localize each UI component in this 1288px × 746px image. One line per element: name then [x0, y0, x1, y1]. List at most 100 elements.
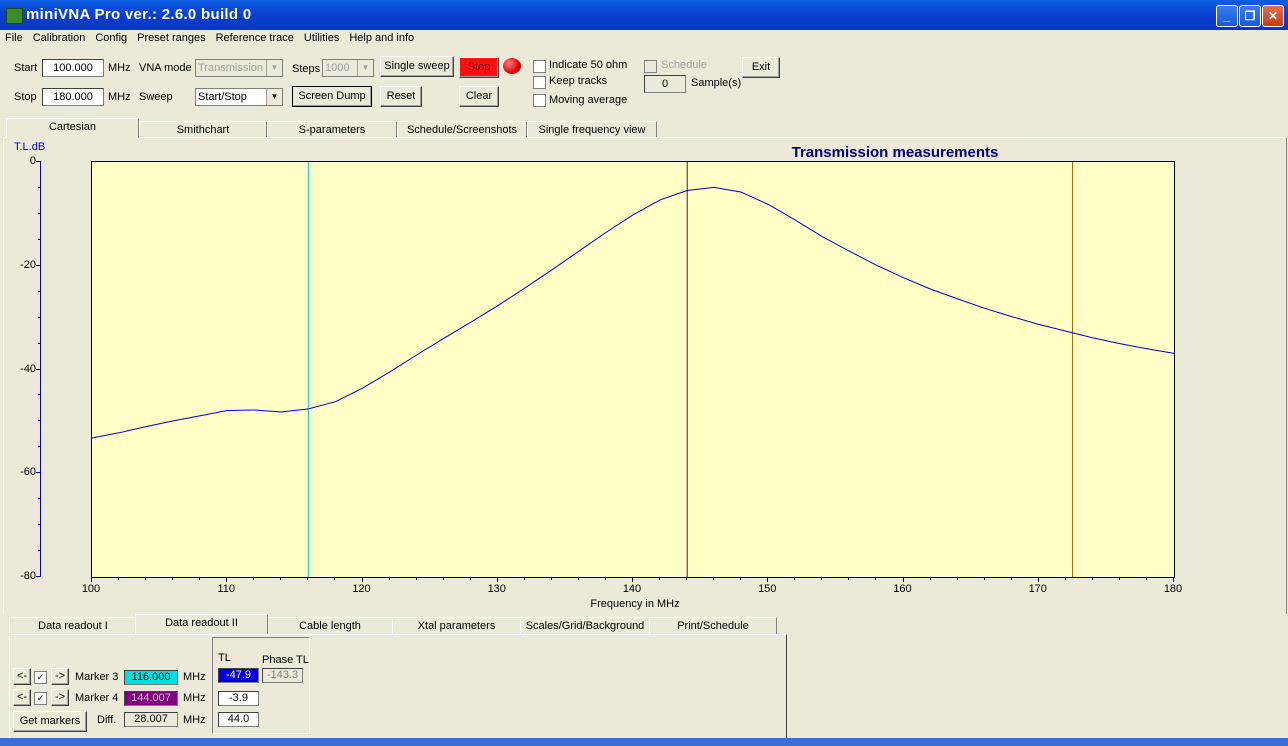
y-minor-tick: [38, 316, 41, 318]
y-axis-label: T.L.dB: [14, 141, 46, 153]
diff-frequency: 28.007: [124, 712, 178, 727]
diff-label: Diff.: [97, 714, 117, 726]
x-tick-label: 160: [893, 583, 912, 595]
y-tick-label: -60: [20, 466, 36, 479]
tab-schedule-screenshots[interactable]: Schedule/Screenshots: [397, 121, 527, 138]
get-markers-button[interactable]: Get markers: [13, 711, 87, 732]
tab-print-schedule[interactable]: Print/Schedule: [649, 617, 777, 634]
chevron-down-icon: ▼: [357, 60, 373, 76]
y-tick-label: 0: [29, 155, 36, 167]
menu-preset-ranges[interactable]: Preset ranges: [132, 30, 210, 44]
minimize-icon[interactable]: _: [1216, 5, 1238, 27]
tab-data-readout-2[interactable]: Data readout II: [135, 614, 268, 634]
marker3-phase-value: -143.3: [262, 668, 303, 683]
indicate-50-label: Indicate 50 ohm: [549, 59, 628, 71]
moving-average-checkbox[interactable]: [533, 94, 546, 107]
screen-dump-button[interactable]: Screen Dump: [292, 86, 372, 107]
menu-help[interactable]: Help and info: [344, 30, 419, 44]
y-minor-tick: [38, 498, 41, 500]
tab-cable-length[interactable]: Cable length: [267, 617, 393, 634]
menu-config[interactable]: Config: [90, 30, 132, 44]
close-icon[interactable]: ✕: [1262, 5, 1284, 27]
reset-button[interactable]: Reset: [380, 86, 422, 107]
tab-data-readout-1[interactable]: Data readout I: [9, 617, 137, 634]
tab-single-frequency[interactable]: Single frequency view: [527, 121, 657, 138]
chevron-down-icon: ▼: [266, 89, 282, 105]
plot-area[interactable]: [91, 161, 1175, 578]
start-label: Start: [14, 62, 38, 74]
menu-file[interactable]: File: [0, 30, 28, 44]
y-tick-mark: [36, 264, 41, 266]
phase-tl-header: Phase TL: [262, 654, 309, 666]
steps-value: 1000: [325, 62, 350, 74]
marker3-checkbox[interactable]: ✓: [34, 671, 47, 684]
y-minor-tick: [38, 212, 41, 214]
indicate-50-checkbox[interactable]: [533, 60, 546, 73]
vna-mode-select[interactable]: Transmission ▼: [195, 59, 283, 77]
y-minor-tick: [38, 290, 41, 292]
stop-input[interactable]: 180.000: [42, 88, 104, 106]
stop-label: Stop: [14, 91, 37, 103]
marker3-left-button[interactable]: <-: [13, 668, 31, 685]
start-input[interactable]: 100.000: [42, 59, 104, 77]
y-tick-label: -20: [20, 258, 36, 271]
steps-label: Steps: [292, 63, 321, 75]
exit-button[interactable]: Exit: [742, 57, 780, 78]
schedule-checkbox[interactable]: [644, 60, 657, 73]
y-tick-mark: [36, 576, 41, 577]
stop-button[interactable]: Stop: [459, 57, 499, 78]
window-title: miniVNA Pro ver.: 2.6.0 build 0: [26, 6, 252, 23]
x-tick-label: 110: [217, 583, 236, 595]
start-unit: MHz: [108, 62, 131, 74]
marker3-frequency: 116.000: [124, 670, 178, 685]
tab-smithchart[interactable]: Smithchart: [139, 121, 267, 138]
keep-tracks-checkbox[interactable]: [533, 76, 546, 89]
status-led-icon: [503, 58, 521, 74]
x-tick-label: 180: [1163, 583, 1183, 595]
marker4-tl-value: -3.9: [218, 691, 259, 706]
marker4-right-button[interactable]: ->: [51, 689, 69, 706]
tab-cartesian[interactable]: Cartesian: [6, 118, 139, 138]
y-minor-tick: [38, 186, 41, 188]
x-tick-label: 140: [622, 583, 642, 595]
y-minor-tick: [38, 394, 41, 396]
x-tick-label: 100: [81, 583, 101, 595]
menu-reference-trace[interactable]: Reference trace: [211, 30, 299, 44]
y-tick-label: -40: [20, 362, 36, 375]
steps-select[interactable]: 1000 ▼: [322, 59, 374, 77]
y-tick-mark: [36, 161, 41, 162]
restore-icon[interactable]: ❐: [1239, 5, 1261, 27]
taskbar: [0, 738, 1288, 746]
tab-xtal-parameters[interactable]: Xtal parameters: [392, 617, 521, 634]
schedule-label: Schedule: [661, 59, 707, 71]
y-minor-tick: [38, 524, 41, 526]
single-sweep-button[interactable]: Single sweep: [380, 56, 454, 77]
diff-unit: MHz: [183, 714, 206, 726]
marker4-label: Marker 4: [75, 692, 119, 704]
tl-header: TL: [218, 652, 231, 664]
clear-button[interactable]: Clear: [459, 86, 499, 107]
y-minor-tick: [38, 446, 41, 448]
marker4-checkbox[interactable]: ✓: [34, 692, 47, 705]
samples-field: 0: [644, 75, 686, 93]
chevron-down-icon: ▼: [266, 60, 282, 76]
menu-utilities[interactable]: Utilities: [299, 30, 344, 44]
vna-mode-label: VNA mode: [139, 62, 192, 74]
y-minor-tick: [38, 342, 41, 344]
x-tick-label: 170: [1028, 583, 1047, 595]
sweep-select[interactable]: Start/Stop ▼: [195, 88, 283, 106]
moving-average-label: Moving average: [549, 94, 628, 106]
y-minor-tick: [38, 420, 41, 422]
y-tick-label: -80: [20, 570, 36, 582]
tab-scales-grid[interactable]: Scales/Grid/Background: [520, 617, 650, 634]
menu-calibration[interactable]: Calibration: [28, 30, 91, 44]
title-bar: miniVNA Pro ver.: 2.6.0 build 0 _ ❐ ✕: [0, 0, 1288, 30]
marker3-right-button[interactable]: ->: [51, 668, 69, 685]
marker4-left-button[interactable]: <-: [13, 689, 31, 706]
y-tick-mark: [36, 368, 41, 370]
marker4-unit: MHz: [183, 692, 206, 704]
x-tick-label: 130: [487, 583, 506, 595]
diff-tl-value: 44.0: [218, 712, 259, 727]
y-minor-tick: [38, 238, 41, 240]
tab-s-parameters[interactable]: S-parameters: [267, 121, 397, 138]
